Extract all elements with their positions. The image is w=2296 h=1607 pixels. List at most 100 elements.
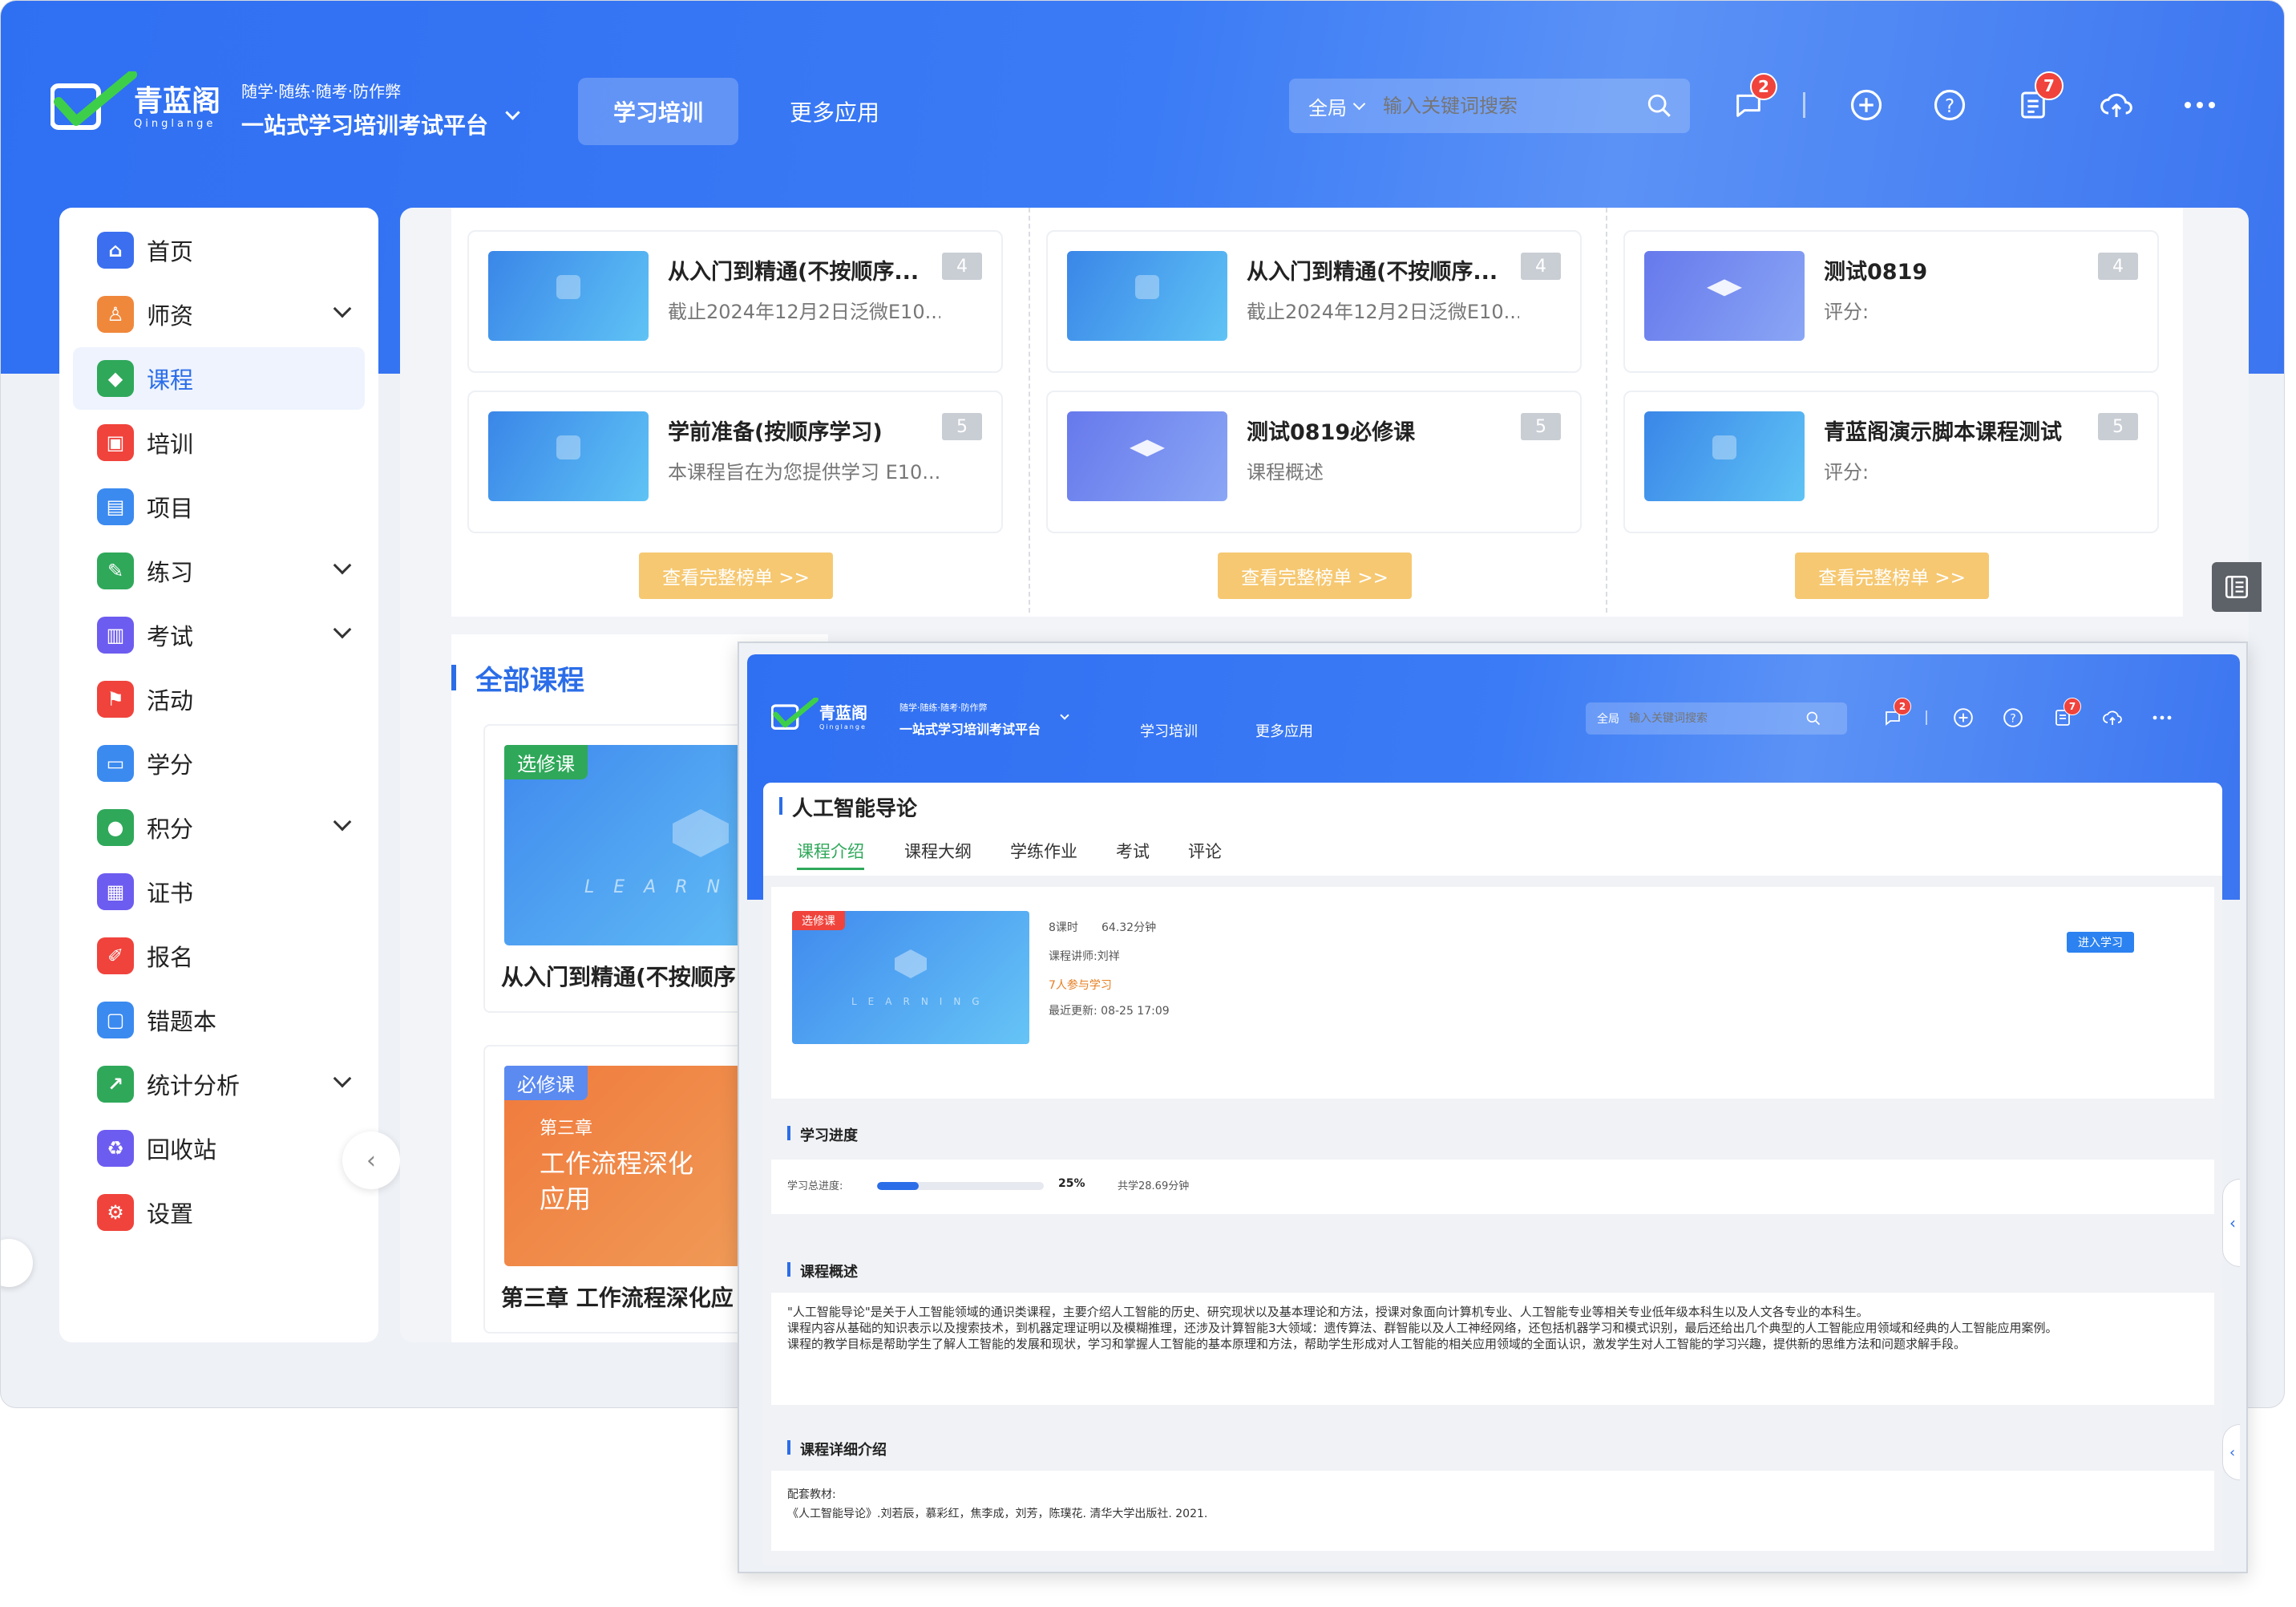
sidebar-item-activity[interactable]: ⚑ 活动: [73, 668, 365, 731]
detail-section-title: 课程详细介绍: [787, 1439, 887, 1459]
sidebar-item-credit[interactable]: ▭ 学分: [73, 732, 365, 795]
sidebar-item-mistakes[interactable]: ▢ 错题本: [73, 989, 365, 1051]
expand-panel-handle[interactable]: ‹: [2222, 1179, 2240, 1267]
sidebar-item-label: 培训: [147, 431, 194, 458]
card-title: 从入门到精通(不按顺序...: [668, 260, 920, 285]
stats-icon: ↗: [97, 1066, 134, 1103]
collapse-sidebar-button[interactable]: ‹: [342, 1131, 400, 1189]
course-thumbnail: [1067, 411, 1227, 501]
view-full-ranking-button[interactable]: 查看完整榜单 >>: [639, 553, 833, 599]
logo-check-icon: [51, 71, 137, 130]
sidebar-item-project[interactable]: ▤ 项目: [73, 476, 365, 538]
progress-percent: 25%: [1058, 1177, 1085, 1190]
tab-intro[interactable]: 课程介绍: [797, 839, 864, 870]
sidebar: ⌂ 首页 ♙ 师资 ◆ 课程 ▣ 培训 ▤ 项目 ✎ 练习 ▥ 考试 ⚑ 活动 …: [59, 208, 378, 1342]
sidebar-item-course[interactable]: ◆ 课程: [73, 347, 365, 410]
sidebar-item-label: 考试: [147, 623, 194, 650]
upload-icon[interactable]: [2099, 704, 2126, 731]
settings-icon: ⚙: [97, 1194, 134, 1231]
ranking-card[interactable]: 测试0819 评分: 4: [1623, 230, 2159, 373]
ranking-card[interactable]: 测试0819必修课 课程概述 5: [1046, 391, 1582, 533]
search-bar: 全局: [1289, 79, 1690, 133]
card-subtitle: 评分:: [1824, 461, 1870, 484]
course-thumbnail: [1644, 251, 1805, 341]
ranking-card[interactable]: 青蓝阁演示脚本课程测试 评分: 5: [1623, 391, 2159, 533]
sidebar-item-teacher[interactable]: ♙ 师资: [73, 283, 365, 346]
logo[interactable]: 青蓝阁 Qinglange: [771, 698, 867, 733]
course-icon: ◆: [97, 360, 134, 397]
course-thumbnail: [488, 411, 649, 501]
help-icon[interactable]: ?: [1926, 81, 1974, 129]
card-title: 测试0819必修课: [1247, 420, 1416, 445]
nav-learning[interactable]: 学习培训: [578, 78, 738, 145]
platform-title[interactable]: 随学·随练·随考·防作弊 一站式学习培训考试平台: [899, 701, 1041, 738]
nav-learning[interactable]: 学习培训: [1140, 720, 1198, 741]
sidebar-item-practice[interactable]: ✎ 练习: [73, 540, 365, 602]
progress-label: 学习总进度:: [787, 1180, 843, 1192]
card-title: 从入门到精通(不按顺序...: [1247, 260, 1498, 285]
message-icon[interactable]: 2: [1724, 73, 1777, 129]
tasks-icon[interactable]: 7: [2009, 71, 2064, 129]
home-icon: ⌂: [97, 232, 134, 269]
search-input[interactable]: [1383, 95, 1639, 117]
sidebar-item-exam[interactable]: ▥ 考试: [73, 604, 365, 666]
course-thumbnail: [1067, 251, 1227, 341]
view-full-ranking-button[interactable]: 查看完整榜单 >>: [1795, 553, 1989, 599]
sidebar-item-points[interactable]: ● 积分: [73, 796, 365, 859]
tab-comments[interactable]: 评论: [1188, 839, 1222, 863]
sidebar-item-label: 证书: [147, 880, 194, 907]
search-icon[interactable]: [1646, 92, 1673, 119]
search-input[interactable]: [1629, 712, 1805, 725]
course-logo-icon: [673, 809, 729, 857]
message-icon[interactable]: 2: [1879, 698, 1911, 731]
nav-more-apps[interactable]: 更多应用: [790, 95, 879, 128]
search-icon[interactable]: [1805, 710, 1821, 727]
progress-bar: [877, 1182, 1044, 1190]
view-full-ranking-button[interactable]: 查看完整榜单 >>: [1218, 553, 1412, 599]
edge-handle[interactable]: [1, 1239, 33, 1287]
sidebar-item-recycle[interactable]: ♻ 回收站: [73, 1117, 365, 1180]
card-title: 青蓝阁演示脚本课程测试: [1824, 420, 2062, 445]
course-image-text: LEARNI: [584, 877, 764, 897]
detail-frame: 青蓝阁 Qinglange 随学·随练·随考·防作弊 一站式学习培训考试平台 学…: [747, 654, 2240, 1565]
expand-panel-handle[interactable]: ‹: [2222, 1424, 2240, 1480]
logo[interactable]: 青蓝阁 Qinglange: [51, 71, 220, 136]
chevron-down-icon: [333, 812, 352, 832]
card-subtitle: 截止2024年12月2日泛微E10...: [1247, 301, 1519, 323]
platform-title[interactable]: 随学·随练·随考·防作弊 一站式学习培训考试平台: [241, 79, 520, 140]
sidebar-item-signup[interactable]: ✐ 报名: [73, 925, 365, 987]
nav-more-apps[interactable]: 更多应用: [1255, 720, 1313, 741]
detail-block: 配套教材: 《人工智能导论》.刘若辰，慕彩红，焦李成，刘芳，陈璞花. 清华大学出…: [771, 1471, 2214, 1551]
tab-outline[interactable]: 课程大纲: [904, 839, 972, 863]
overview-section-title: 课程概述: [787, 1261, 858, 1281]
help-icon[interactable]: ?: [1999, 704, 2027, 731]
add-icon[interactable]: [1950, 704, 1977, 731]
course-detail-head: 人工智能导论 课程介绍 课程大纲 学练作业 考试 评论: [763, 783, 2222, 876]
more-icon[interactable]: [2176, 81, 2224, 129]
sidebar-item-certificate[interactable]: ▦ 证书: [73, 860, 365, 923]
search-scope[interactable]: 全局: [1308, 92, 1347, 120]
tab-exam[interactable]: 考试: [1116, 839, 1150, 863]
course-detail-window: 青蓝阁 Qinglange 随学·随练·随考·防作弊 一站式学习培训考试平台 学…: [738, 642, 2248, 1573]
ranking-card[interactable]: 从入门到精通(不按顺序... 截止2024年12月2日泛微E10... 4: [467, 230, 1003, 373]
add-icon[interactable]: [1842, 81, 1890, 129]
layout-toggle-button[interactable]: [2212, 562, 2262, 612]
message-badge: 2: [1894, 698, 1911, 715]
ranking-card[interactable]: 学前准备(按顺序学习) 本课程旨在为您提供学习 E10... 5: [467, 391, 1003, 533]
ranking-card[interactable]: 从入门到精通(不按顺序... 截止2024年12月2日泛微E10... 4: [1046, 230, 1582, 373]
brand-sub: Qinglange: [134, 117, 216, 130]
more-icon[interactable]: [2148, 704, 2176, 731]
certificate-icon: ▦: [97, 873, 134, 910]
sidebar-item-home[interactable]: ⌂ 首页: [73, 219, 365, 281]
tasks-icon[interactable]: 7: [2049, 698, 2081, 731]
header-icons: 2 ? 7: [1879, 698, 2176, 731]
course-hours: 8课时: [1049, 921, 1078, 934]
enter-learning-button[interactable]: 进入学习: [2067, 932, 2134, 953]
upload-icon[interactable]: [2092, 81, 2140, 129]
sidebar-item-stats[interactable]: ↗ 统计分析: [73, 1053, 365, 1115]
sidebar-item-training[interactable]: ▣ 培训: [73, 411, 365, 474]
sidebar-item-settings[interactable]: ⚙ 设置: [73, 1181, 365, 1244]
tab-homework[interactable]: 学练作业: [1010, 839, 1077, 863]
logo-check-icon: [771, 698, 819, 730]
search-scope[interactable]: 全局: [1597, 710, 1619, 727]
